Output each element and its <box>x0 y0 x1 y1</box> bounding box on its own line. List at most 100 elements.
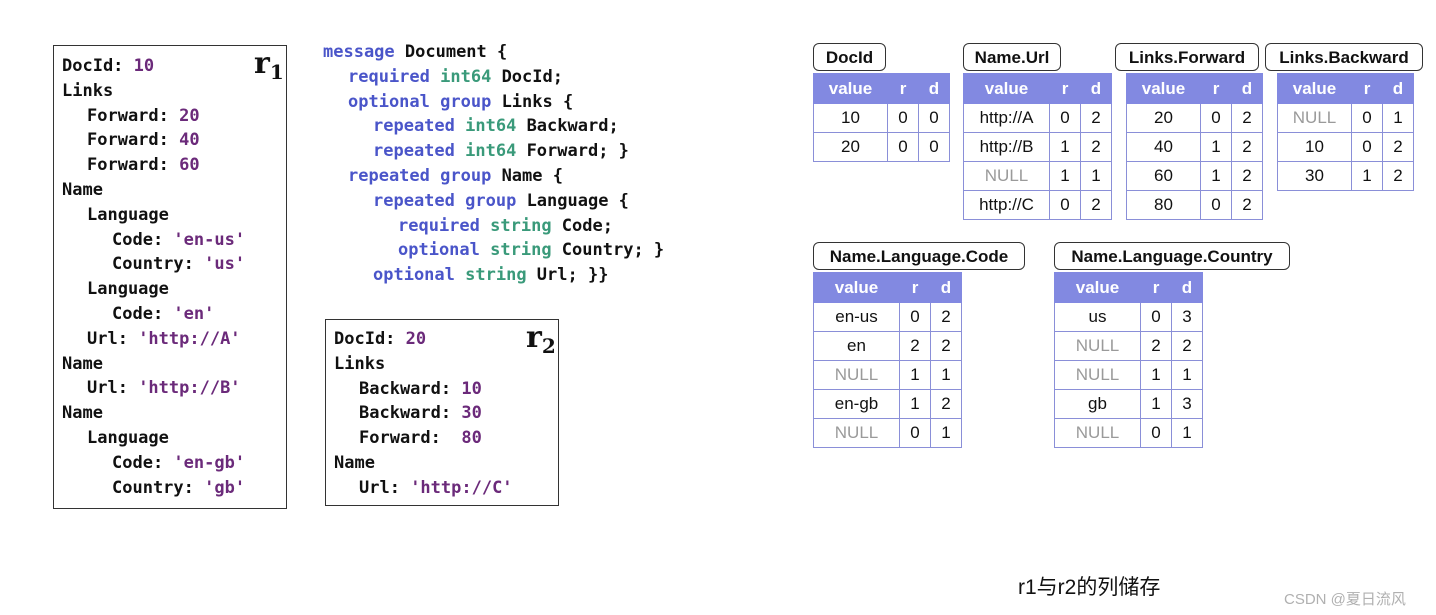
table-cell-value: en-gb <box>813 389 900 419</box>
schema-token: repeated <box>373 141 455 162</box>
schema-line: message Document { <box>323 40 664 65</box>
table-row: en-us 0 2 <box>813 302 962 332</box>
table-cell-d: 2 <box>930 389 962 419</box>
record-r1-box: r1 DocId: 10 Links Forward: 20 Forward: 40 F… <box>53 45 287 509</box>
table-cell-r: 1 <box>1049 132 1081 162</box>
code-token: Url: <box>87 328 139 349</box>
table-row: http://C 0 2 <box>963 190 1112 220</box>
code-token: DocId: <box>334 329 406 349</box>
table-row: NULL 0 1 <box>813 418 962 448</box>
table-cell-value: NULL <box>1054 331 1141 361</box>
code-token: 'gb' <box>204 477 246 498</box>
table-cell-d: 2 <box>1231 132 1263 162</box>
code-token: Country: <box>112 477 205 498</box>
column-title-language-country: Name.Language.Country <box>1054 242 1290 270</box>
code-line: Url: 'http://B' <box>54 376 245 401</box>
column-header-r: r <box>1049 73 1081 104</box>
table-cell-d: 1 <box>1382 103 1414 133</box>
table-cell-value: 40 <box>1126 132 1201 162</box>
schema-line: required int64 DocId; <box>323 65 664 90</box>
record-r1-label: r1 <box>254 46 284 84</box>
schema-line: optional string Country; } <box>323 238 664 263</box>
table-row: NULL 2 2 <box>1054 331 1203 361</box>
column-header-r: r <box>1200 73 1232 104</box>
code-token: Url: <box>359 477 411 498</box>
column-header-r: r <box>887 73 919 104</box>
schema-token <box>430 166 440 186</box>
column-title-name-url: Name.Url <box>963 43 1061 71</box>
schema-line: required string Code; <box>323 214 664 239</box>
document-schema: message Document {required int64 DocId; o… <box>323 40 664 288</box>
code-token: Language <box>87 279 169 300</box>
code-token: Language <box>87 427 169 448</box>
code-token: DocId: <box>62 56 134 76</box>
code-token: 10 <box>461 378 482 399</box>
table-cell-d: 3 <box>1171 389 1203 419</box>
column-table-language-country: value r d us 0 3 NULL 2 2 NULL 1 1 gb 1 3 NULL 0 1 <box>1054 272 1203 448</box>
table-cell-value: NULL <box>963 161 1050 191</box>
code-token: Forward: <box>359 428 462 449</box>
schema-line: repeated int64 Forward; } <box>323 139 664 164</box>
schema-token <box>455 141 465 161</box>
table-cell-r: 0 <box>1140 418 1172 448</box>
record-r2-text: DocId: 20 Links Backward: 10 Backward: 30 Fo… <box>326 327 513 501</box>
schema-token: Name { <box>491 165 563 186</box>
table-cell-r: 0 <box>1200 103 1232 133</box>
code-token: 80 <box>461 428 482 449</box>
column-header-value: value <box>1126 73 1201 104</box>
schema-token: Links { <box>491 91 574 112</box>
table-cell-r: 1 <box>899 360 931 390</box>
code-line: Code: 'en' <box>54 302 245 327</box>
code-token: Forward: <box>87 105 180 126</box>
table-row: en 2 2 <box>813 331 962 361</box>
column-table-name-url: value r d http://A 0 2 http://B 1 2 NULL 1 1 http://… <box>963 73 1112 220</box>
column-header-r: r <box>899 272 931 303</box>
schema-token: Forward; } <box>516 141 629 162</box>
schema-token: optional <box>398 240 480 261</box>
table-row: NULL 1 1 <box>963 161 1112 191</box>
code-token: 'us' <box>204 254 246 275</box>
table-cell-value: 10 <box>813 103 888 133</box>
code-token: 20 <box>179 105 200 126</box>
table-cell-r: 1 <box>1200 161 1232 191</box>
column-header-row: value r d <box>813 272 962 303</box>
table-cell-d: 2 <box>1231 190 1263 220</box>
code-line: Language <box>54 203 245 228</box>
column-header-value: value <box>1054 272 1141 303</box>
table-cell-value: NULL <box>813 418 900 448</box>
code-line: Name <box>326 451 513 476</box>
table-cell-r: 0 <box>899 302 931 332</box>
code-token: Backward: <box>359 378 462 399</box>
schema-token: Url; }} <box>526 265 609 286</box>
schema-token: repeated <box>348 165 430 186</box>
table-cell-r: 1 <box>1200 132 1232 162</box>
code-line: Forward: 20 <box>54 104 245 129</box>
column-header-d: d <box>918 73 950 104</box>
table-row: NULL 0 1 <box>1277 103 1414 133</box>
table-cell-d: 2 <box>1080 103 1112 133</box>
code-token: 30 <box>461 403 482 424</box>
schema-token: Document { <box>394 42 508 62</box>
table-cell-r: 2 <box>899 331 931 361</box>
code-token: 'http://C' <box>410 477 513 498</box>
table-cell-d: 1 <box>1080 161 1112 191</box>
record-r2-box: r2 DocId: 20 Links Backward: 10 Backward: 3… <box>325 319 559 506</box>
code-token: Language <box>87 204 169 225</box>
schema-token: Backward; <box>516 116 619 137</box>
schema-token <box>455 116 465 136</box>
schema-token: required <box>398 215 480 236</box>
schema-token: string <box>490 215 552 236</box>
table-cell-r: 1 <box>1049 161 1081 191</box>
table-cell-value: NULL <box>1054 360 1141 390</box>
table-row: en-gb 1 2 <box>813 389 962 419</box>
column-header-d: d <box>1080 73 1112 104</box>
code-line: DocId: 20 <box>326 327 513 352</box>
code-token: Backward: <box>359 403 462 424</box>
code-token: 'http://B' <box>138 378 241 399</box>
table-cell-value: http://B <box>963 132 1050 162</box>
code-token: 'en' <box>173 303 215 324</box>
code-token: Forward: <box>87 155 180 176</box>
table-cell-value: NULL <box>1054 418 1141 448</box>
schema-line: repeated int64 Backward; <box>323 114 664 139</box>
table-cell-r: 0 <box>1351 103 1383 133</box>
